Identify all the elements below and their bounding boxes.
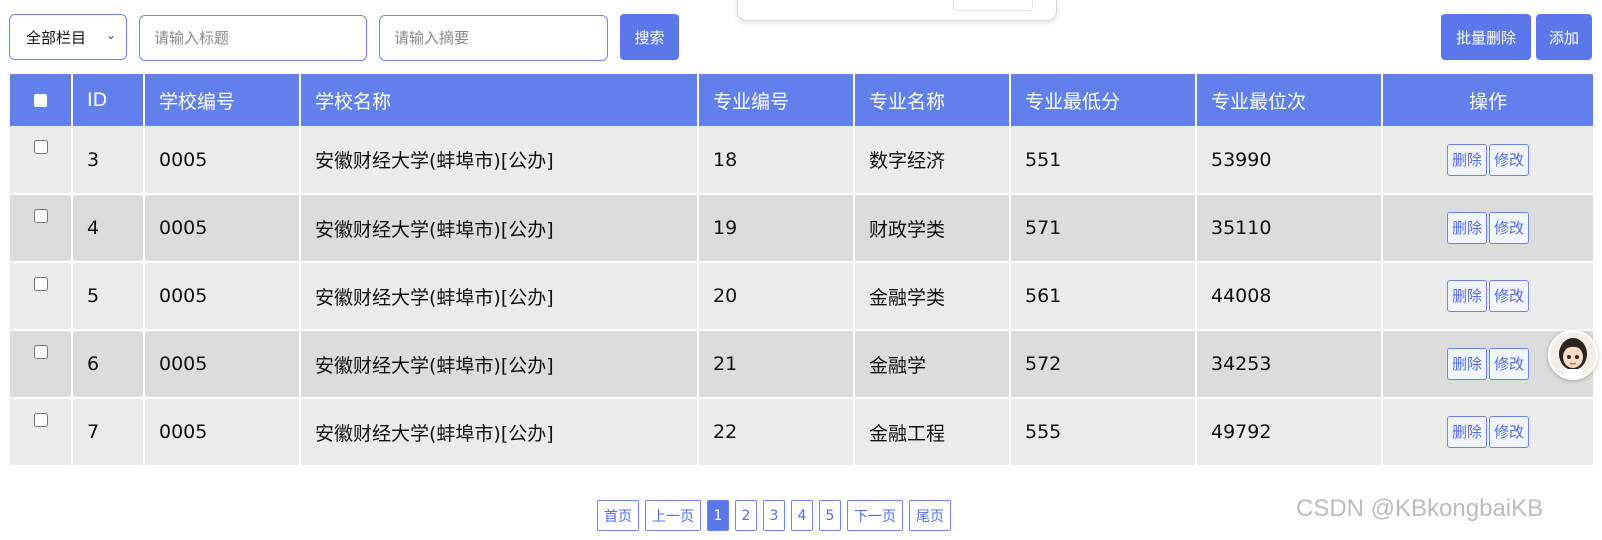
cell-actions: 删除 修改 [1382, 194, 1593, 263]
cell-school-name: 安徽财经大学(蚌埠市)[公办] [300, 126, 699, 195]
page-button-3[interactable]: 3 [763, 500, 785, 531]
delete-button[interactable]: 删除 [1446, 348, 1487, 380]
delete-button[interactable]: 删除 [1446, 280, 1487, 312]
cell-id: 7 [72, 398, 145, 467]
edit-button[interactable]: 修改 [1489, 348, 1530, 380]
cell-school-name: 安徽财经大学(蚌埠市)[公办] [300, 330, 699, 399]
table-header-row: ID 学校编号 学校名称 专业编号 专业名称 专业最低分 专业最位次 操作 [10, 74, 1593, 126]
row-checkbox[interactable] [34, 345, 48, 359]
watermark: CSDN @KBkongbaiKB [1296, 495, 1544, 522]
cell-school-no: 0005 [144, 398, 301, 467]
table-row: 5 0005 安徽财经大学(蚌埠市)[公办] 20 金融学类 561 44008… [10, 262, 1593, 331]
col-header-actions: 操作 [1382, 74, 1593, 126]
table-row: 3 0005 安徽财经大学(蚌埠市)[公办] 18 数字经济 551 53990… [10, 126, 1593, 195]
cell-major-name: 金融工程 [854, 398, 1011, 467]
cell-major-name: 金融学类 [854, 262, 1011, 331]
cell-major-no: 22 [698, 398, 855, 467]
table-row: 4 0005 安徽财经大学(蚌埠市)[公办] 19 财政学类 571 35110… [10, 194, 1593, 263]
col-header-major-no: 专业编号 [698, 74, 855, 126]
col-header-school-no: 学校编号 [144, 74, 301, 126]
search-button[interactable]: 搜索 [620, 14, 679, 60]
cell-major-name: 数字经济 [854, 126, 1011, 195]
table-row: 7 0005 安徽财经大学(蚌埠市)[公办] 22 金融工程 555 49792… [10, 398, 1593, 467]
row-checkbox[interactable] [34, 140, 48, 154]
cell-school-no: 0005 [144, 126, 301, 195]
cell-min-rank: 34253 [1196, 330, 1383, 399]
category-select-value: 全部栏目 [26, 28, 87, 47]
next-page-button[interactable]: 下一页 [847, 500, 903, 531]
row-checkbox[interactable] [34, 277, 48, 291]
edit-button[interactable]: 修改 [1489, 280, 1530, 312]
cell-school-no: 0005 [144, 330, 301, 399]
cell-actions: 删除 修改 [1382, 262, 1593, 331]
cell-id: 3 [72, 126, 145, 195]
select-all-checkbox[interactable] [10, 74, 73, 126]
cell-school-name: 安徽财经大学(蚌埠市)[公办] [300, 398, 699, 467]
cell-major-name: 财政学类 [854, 194, 1011, 263]
first-page-button[interactable]: 首页 [597, 500, 639, 531]
cell-id: 5 [72, 262, 145, 331]
cell-school-no: 0005 [144, 194, 301, 263]
summary-search-input[interactable] [379, 15, 608, 61]
popup-panel-edge [737, 0, 1057, 21]
category-select[interactable]: 全部栏目 ⌄ [9, 14, 127, 60]
batch-delete-button[interactable]: 批量删除 [1441, 14, 1531, 60]
cell-major-no: 21 [698, 330, 855, 399]
row-checkbox[interactable] [34, 413, 48, 427]
cell-id: 4 [72, 194, 145, 263]
pagination: 首页 上一页 1 2 3 4 5 下一页 尾页 [597, 500, 951, 532]
data-table: ID 学校编号 学校名称 专业编号 专业名称 专业最低分 专业最位次 操作 3 … [10, 74, 1593, 467]
col-header-major-name: 专业名称 [854, 74, 1011, 126]
cell-actions: 删除 修改 [1382, 398, 1593, 467]
cell-min-score: 561 [1010, 262, 1197, 331]
add-button[interactable]: 添加 [1536, 14, 1592, 60]
cell-min-score: 551 [1010, 126, 1197, 195]
prev-page-button[interactable]: 上一页 [645, 500, 701, 531]
col-header-school-name: 学校名称 [300, 74, 699, 126]
toolbar: 全部栏目 ⌄ 搜索 批量删除 添加 [0, 0, 1602, 70]
cell-major-no: 18 [698, 126, 855, 195]
row-checkbox[interactable] [34, 209, 48, 223]
cell-id: 6 [72, 330, 145, 399]
cell-min-rank: 35110 [1196, 194, 1383, 263]
assistant-avatar-icon[interactable] [1548, 330, 1598, 380]
edit-button[interactable]: 修改 [1489, 212, 1530, 244]
cell-major-name: 金融学 [854, 330, 1011, 399]
cell-school-name: 安徽财经大学(蚌埠市)[公办] [300, 194, 699, 263]
cell-major-no: 20 [698, 262, 855, 331]
title-search-input[interactable] [139, 15, 367, 61]
edit-button[interactable]: 修改 [1489, 416, 1530, 448]
delete-button[interactable]: 删除 [1446, 212, 1487, 244]
cell-actions: 删除 修改 [1382, 126, 1593, 195]
cell-min-score: 572 [1010, 330, 1197, 399]
delete-button[interactable]: 删除 [1446, 416, 1487, 448]
cell-major-no: 19 [698, 194, 855, 263]
cell-min-rank: 44008 [1196, 262, 1383, 331]
page-button-1[interactable]: 1 [707, 500, 729, 531]
cell-school-no: 0005 [144, 262, 301, 331]
col-header-min-score: 专业最低分 [1010, 74, 1197, 126]
cell-min-rank: 49792 [1196, 398, 1383, 467]
delete-button[interactable]: 删除 [1446, 143, 1487, 176]
page-button-4[interactable]: 4 [791, 500, 813, 531]
edit-button[interactable]: 修改 [1489, 143, 1530, 176]
cell-min-rank: 53990 [1196, 126, 1383, 195]
col-header-id: ID [72, 74, 145, 126]
last-page-button[interactable]: 尾页 [909, 500, 951, 531]
page-button-2[interactable]: 2 [735, 500, 757, 531]
cell-school-name: 安徽财经大学(蚌埠市)[公办] [300, 262, 699, 331]
table-row: 6 0005 安徽财经大学(蚌埠市)[公办] 21 金融学 572 34253 … [10, 330, 1593, 399]
cell-min-score: 555 [1010, 398, 1197, 467]
page-button-5[interactable]: 5 [819, 500, 841, 531]
col-header-min-rank: 专业最位次 [1196, 74, 1383, 126]
chevron-down-icon: ⌄ [105, 28, 116, 42]
cell-min-score: 571 [1010, 194, 1197, 263]
